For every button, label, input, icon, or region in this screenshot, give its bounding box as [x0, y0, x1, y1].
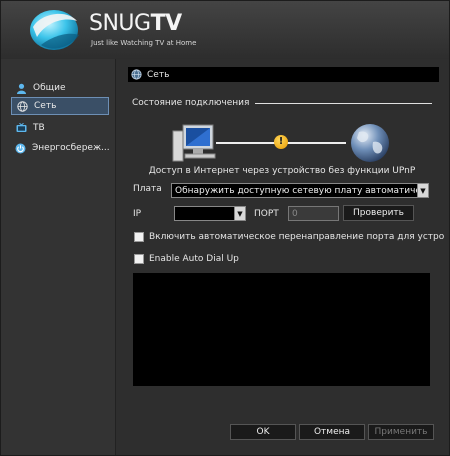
connection-diagram: !: [171, 119, 411, 169]
section-title: Состояние подключения: [132, 98, 250, 108]
brand-tv: TV: [150, 11, 183, 36]
ip-select[interactable]: ▼: [174, 206, 246, 221]
sidebar-item-tv[interactable]: ТВ: [11, 119, 109, 137]
user-icon: [15, 82, 27, 94]
ip-row: IP: [133, 209, 141, 219]
settings-window: SNUGTV Just like Watching TV at Home Общ…: [0, 0, 450, 456]
connection-log-area: [133, 273, 430, 386]
adapter-label: Плата: [133, 184, 162, 194]
settings-sidebar: Общие Сеть ТВ Энергосбереж...: [1, 59, 116, 455]
sidebar-item-label: Сеть: [34, 101, 57, 111]
sidebar-item-power-saving[interactable]: Энергосбереж...: [11, 139, 110, 157]
cancel-button[interactable]: Отмена: [299, 424, 365, 440]
globe-icon: [130, 69, 142, 81]
app-header: SNUGTV Just like Watching TV at Home: [1, 1, 449, 59]
chevron-down-icon[interactable]: ▼: [417, 184, 428, 197]
check-button[interactable]: Проверить: [343, 205, 414, 221]
auto-dial-up-label: Enable Auto Dial Up: [149, 254, 239, 264]
sidebar-item-general[interactable]: Общие: [11, 79, 109, 97]
auto-dial-up-checkbox[interactable]: Enable Auto Dial Up: [134, 254, 239, 264]
apply-button[interactable]: Применить: [368, 424, 434, 440]
panel-title-bar: Сеть: [128, 67, 439, 82]
ok-button[interactable]: OK: [230, 424, 296, 440]
brand-snug: SNUG: [89, 11, 151, 36]
brand-name: SNUGTV: [89, 11, 182, 36]
page-title: Сеть: [147, 69, 170, 80]
section-divider: [255, 102, 432, 104]
chevron-down-icon[interactable]: ▼: [234, 207, 245, 220]
globe-icon: [16, 100, 28, 112]
connection-status-text: Доступ в Интернет через устройство без ф…: [148, 166, 416, 176]
tv-icon: [15, 122, 27, 134]
power-icon: [15, 142, 26, 154]
auto-port-forward-checkbox[interactable]: Включить автоматическое перенаправление …: [134, 232, 444, 242]
network-settings-panel: Сеть Состояние подключения ! Доступ в Ин…: [116, 59, 449, 455]
port-input[interactable]: 0: [288, 206, 339, 221]
adapter-row: Плата: [133, 184, 162, 194]
adapter-select[interactable]: Обнаружить доступную сетевую плату автом…: [171, 183, 429, 198]
warning-icon: !: [274, 135, 288, 149]
computer-icon: [172, 124, 216, 162]
connection-status-section: Состояние подключения: [132, 98, 432, 108]
adapter-select-value: Обнаружить доступную сетевую плату автом…: [175, 185, 417, 196]
sidebar-item-network[interactable]: Сеть: [11, 97, 109, 115]
sidebar-item-label: Энергосбереж...: [32, 143, 110, 153]
sidebar-item-label: ТВ: [33, 123, 45, 133]
ip-label: IP: [133, 209, 142, 219]
sidebar-item-label: Общие: [33, 83, 66, 93]
brand-tagline: Just like Watching TV at Home: [91, 39, 197, 47]
checkbox-box[interactable]: [134, 254, 144, 264]
port-row: ПОРТ: [254, 209, 279, 219]
internet-globe-icon: [351, 124, 389, 162]
port-label: ПОРТ: [254, 209, 279, 219]
auto-port-forward-label: Включить автоматическое перенаправление …: [149, 232, 445, 242]
snugtv-logo-icon: [30, 10, 79, 50]
checkbox-box[interactable]: [134, 232, 144, 242]
